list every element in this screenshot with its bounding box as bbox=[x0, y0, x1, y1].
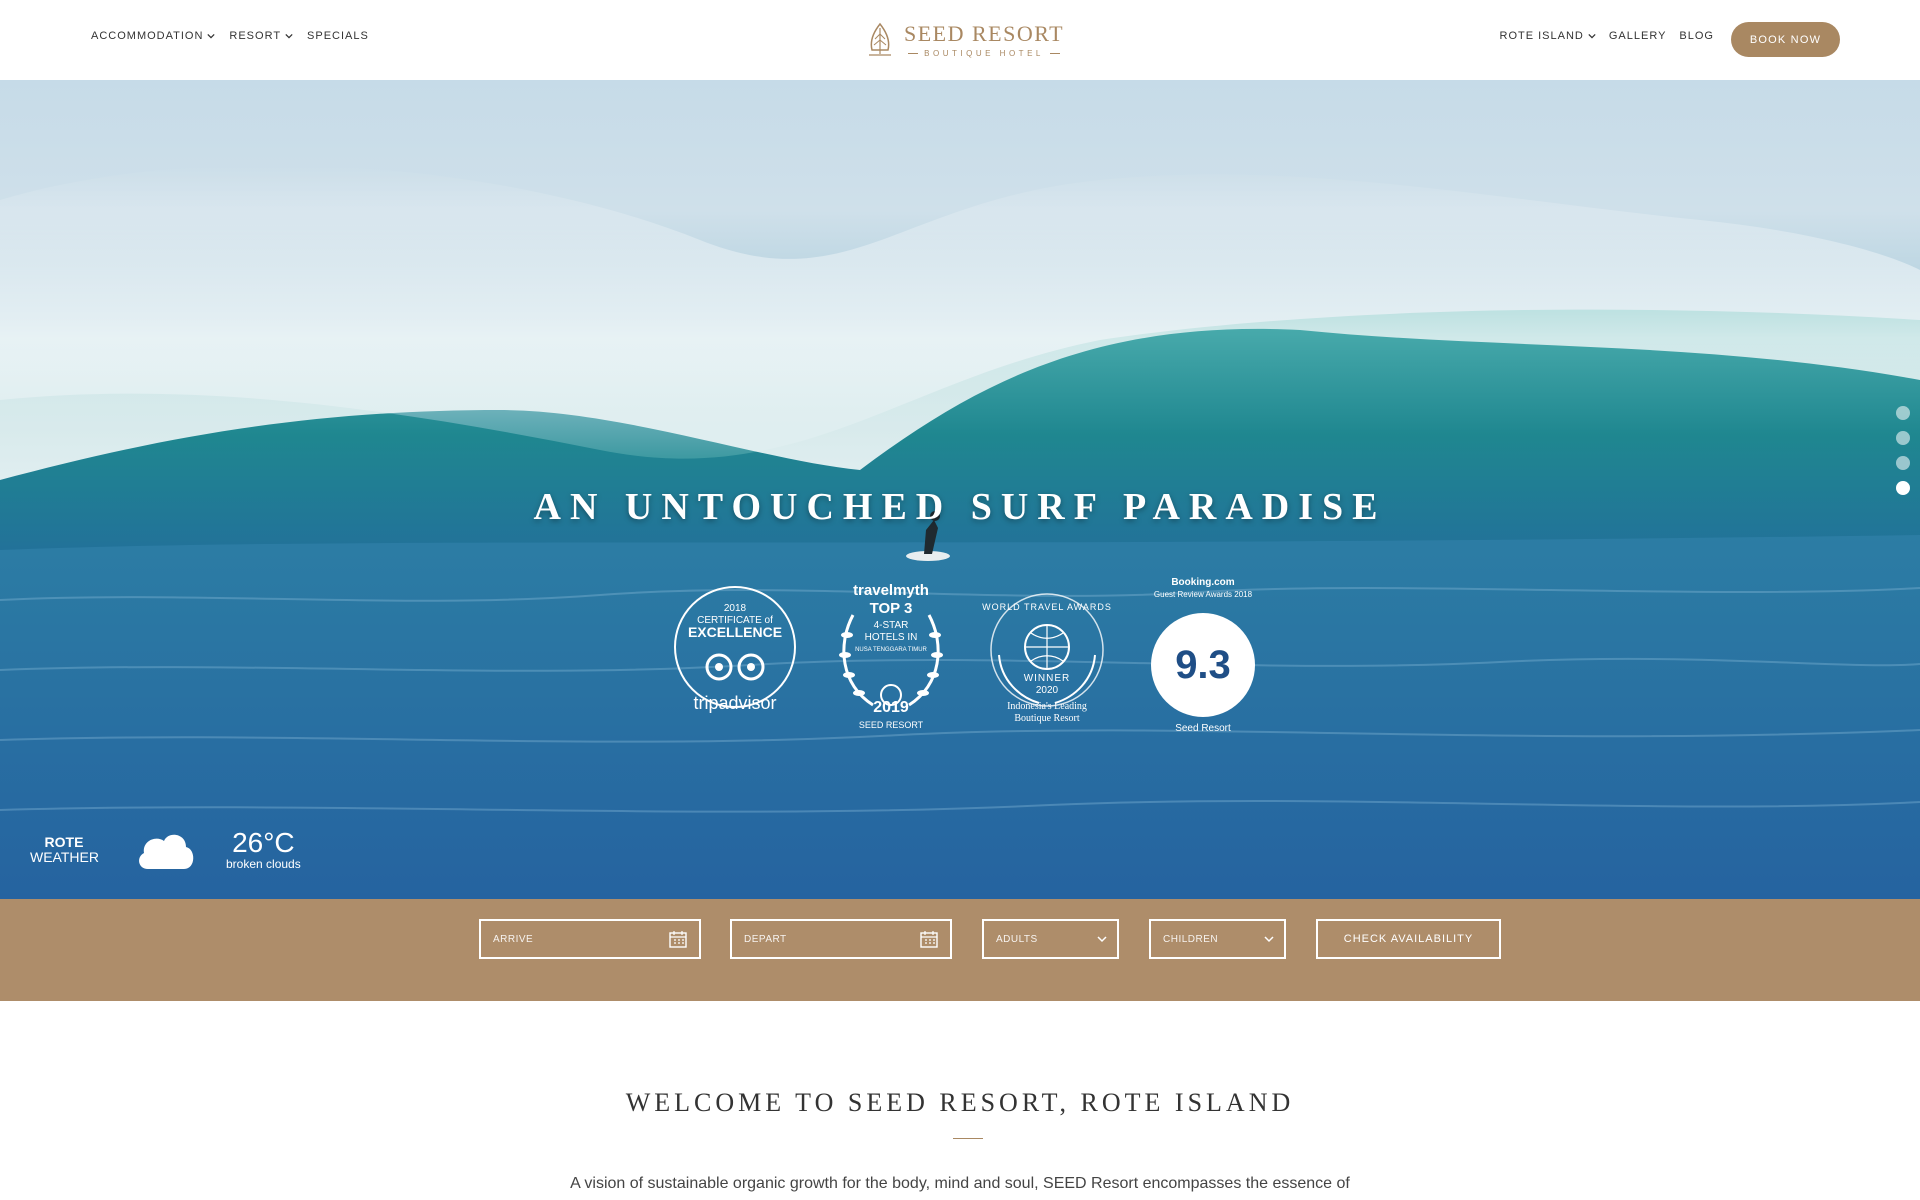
slide-dot[interactable] bbox=[1896, 456, 1910, 470]
slide-indicator bbox=[1896, 406, 1910, 495]
welcome-divider bbox=[953, 1138, 983, 1139]
nav-blog[interactable]: BLOG bbox=[1679, 30, 1714, 42]
award-line: TOP 3 bbox=[869, 600, 913, 617]
depart-date-field[interactable]: DEPART bbox=[730, 919, 952, 959]
slide-dot-active[interactable] bbox=[1896, 481, 1910, 495]
welcome-paragraph: A vision of sustainable organic growth f… bbox=[570, 1175, 1350, 1192]
nav-gallery[interactable]: GALLERY bbox=[1609, 30, 1667, 42]
chevron-down-icon bbox=[207, 33, 216, 39]
weather-label: WEATHER bbox=[30, 849, 99, 865]
chevron-down-icon bbox=[285, 33, 293, 39]
award-year: 2019 bbox=[873, 699, 909, 716]
site-header: ACCOMMODATION RESORT SPECIALS SEED RESOR… bbox=[0, 0, 1920, 80]
book-now-button[interactable]: BOOK NOW bbox=[1731, 22, 1840, 57]
check-availability-button[interactable]: CHECK AVAILABILITY bbox=[1316, 919, 1501, 959]
award-line: Boutique Resort bbox=[1014, 713, 1080, 724]
award-year: 2020 bbox=[1035, 685, 1059, 696]
slide-dot[interactable] bbox=[1896, 406, 1910, 420]
weather-description: broken clouds bbox=[226, 857, 301, 871]
adults-placeholder: ADULTS bbox=[996, 933, 1038, 945]
award-line: Guest Review Awards 2018 bbox=[1153, 590, 1253, 599]
award-line: EXCELLENCE bbox=[687, 624, 783, 640]
travelmyth-award: travelmyth TOP 3 4-STAR HOTELS IN NUSA T… bbox=[823, 582, 959, 735]
weather-location: ROTE WEATHER bbox=[30, 834, 99, 865]
logo-rule bbox=[1049, 52, 1060, 54]
arrive-date-field[interactable]: ARRIVE bbox=[479, 919, 701, 959]
logo-subtitle-row: BOUTIQUE HOTEL bbox=[908, 49, 1060, 58]
awards-row: 2018 CERTIFICATE of EXCELLENCE tripadvis… bbox=[0, 577, 1920, 735]
award-line: 4-STAR bbox=[873, 620, 909, 631]
nav-resort[interactable]: RESORT bbox=[229, 30, 293, 42]
cloud-icon bbox=[139, 834, 194, 869]
nav-blog-label: BLOG bbox=[1679, 30, 1714, 42]
logo-rule bbox=[908, 52, 919, 54]
chevron-down-icon bbox=[1588, 33, 1596, 39]
award-line: NUSA TENGGARA TIMUR bbox=[855, 647, 927, 653]
welcome-heading: WELCOME TO SEED RESORT, ROTE ISLAND bbox=[625, 1088, 1295, 1117]
logo-title: SEED RESORT bbox=[904, 20, 1065, 46]
nav-resort-label: RESORT bbox=[229, 30, 282, 42]
chevron-down-icon bbox=[1264, 936, 1274, 943]
world-travel-awards: WORLD TRAVEL AWARDS WINNER 2020 Indonesi… bbox=[979, 585, 1115, 735]
nav-left: ACCOMMODATION RESORT SPECIALS bbox=[91, 30, 369, 42]
tripadvisor-award: 2018 CERTIFICATE of EXCELLENCE tripadvis… bbox=[667, 585, 803, 735]
depart-placeholder: DEPART bbox=[744, 933, 787, 945]
award-line: WINNER bbox=[1023, 673, 1071, 684]
chevron-down-icon bbox=[1097, 936, 1107, 943]
logo-text: SEED RESORT BOUTIQUE HOTEL bbox=[904, 20, 1065, 58]
award-line: Indonesia's Leading bbox=[1007, 701, 1087, 712]
nav-accommodation[interactable]: ACCOMMODATION bbox=[91, 30, 216, 42]
slide-dot[interactable] bbox=[1896, 431, 1910, 445]
booking-bar: ARRIVE DEPART ADULTS CHILDREN CHECK AVAI… bbox=[0, 899, 1920, 1001]
seed-leaf-icon bbox=[869, 22, 891, 56]
booking-award: Booking.com Guest Review Awards 2018 9.3… bbox=[1135, 577, 1271, 735]
arrive-placeholder: ARRIVE bbox=[493, 933, 534, 945]
nav-gallery-label: GALLERY bbox=[1608, 30, 1667, 42]
nav-rote-island-label: ROTE ISLAND bbox=[1499, 30, 1584, 42]
booking-wordmark: Booking.com bbox=[1171, 577, 1235, 588]
award-line: WORLD TRAVEL AWARDS bbox=[982, 602, 1112, 612]
hero-banner: AN UNTOUCHED SURF PARADISE 2018 CERTIFIC… bbox=[0, 80, 1920, 899]
award-line: HOTELS IN bbox=[864, 632, 918, 643]
children-select[interactable]: CHILDREN bbox=[1149, 919, 1286, 959]
weather-temperature: 26°C broken clouds bbox=[226, 827, 301, 872]
award-line: SEED RESORT bbox=[858, 720, 924, 730]
nav-right: ROTE ISLAND GALLERY BLOG bbox=[1500, 30, 1715, 42]
calendar-icon bbox=[669, 931, 687, 948]
hero-title: AN UNTOUCHED SURF PARADISE bbox=[533, 486, 1387, 528]
award-year: 2018 bbox=[723, 603, 747, 614]
temperature-value: 26°C bbox=[232, 827, 295, 858]
adults-select[interactable]: ADULTS bbox=[982, 919, 1119, 959]
site-logo[interactable]: SEED RESORT BOUTIQUE HOTEL bbox=[866, 18, 1064, 62]
nav-specials-label: SPECIALS bbox=[307, 30, 369, 42]
nav-accommodation-label: ACCOMMODATION bbox=[91, 30, 204, 42]
travelmyth-wordmark: travelmyth bbox=[853, 582, 929, 599]
weather-widget: ROTE WEATHER 26°C broken clouds bbox=[30, 825, 301, 875]
tripadvisor-wordmark: tripadvisor bbox=[693, 693, 777, 713]
nav-rote-island[interactable]: ROTE ISLAND bbox=[1500, 30, 1596, 42]
award-line: Seed Resort bbox=[1175, 723, 1231, 734]
nav-specials[interactable]: SPECIALS bbox=[307, 30, 369, 42]
logo-subtitle: BOUTIQUE HOTEL bbox=[924, 48, 1044, 58]
booking-score: 9.3 bbox=[1151, 613, 1255, 717]
children-placeholder: CHILDREN bbox=[1163, 933, 1219, 945]
weather-place: ROTE bbox=[44, 834, 84, 850]
calendar-icon bbox=[920, 931, 938, 948]
